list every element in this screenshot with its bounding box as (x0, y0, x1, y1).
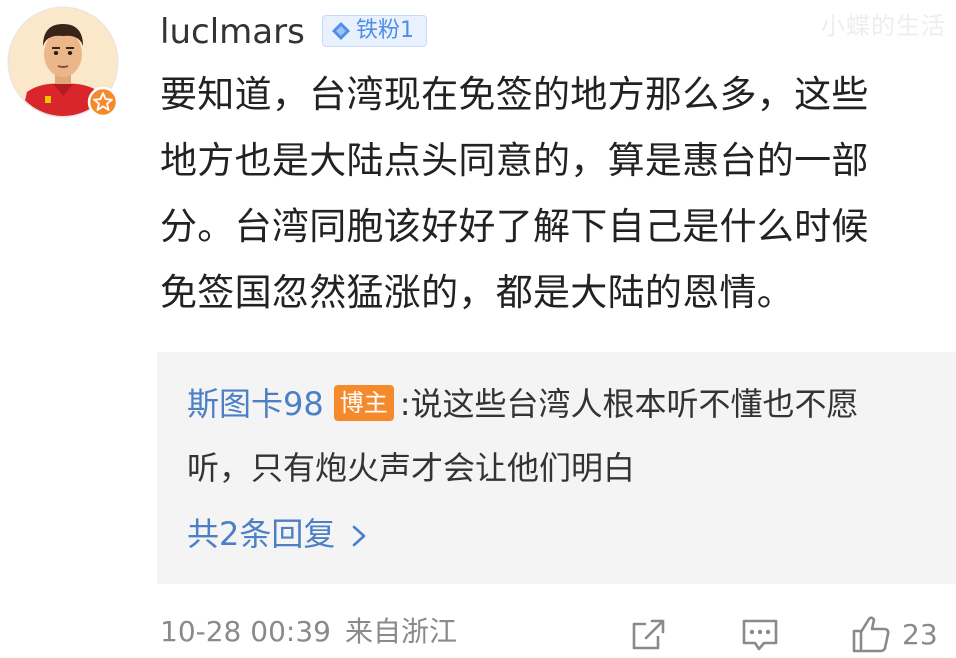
share-button[interactable] (628, 612, 668, 656)
comment-line: 免签国忽然猛涨的，都是大陆的恩情。 (160, 271, 795, 314)
fan-badge-label: 铁粉1 (356, 18, 414, 43)
view-replies-link[interactable]: 共2条回复 (187, 508, 367, 562)
reply-author[interactable]: 斯图卡98 (187, 385, 324, 423)
comment-line: 地方也是大陆点头同意的，算是惠台的一部 (160, 139, 869, 182)
reply-button[interactable] (740, 612, 780, 656)
reply-first-line: 斯图卡98 博主:说这些台湾人根本听不懂也不愿 (187, 378, 859, 430)
avatar[interactable] (7, 6, 119, 118)
reply-text-continued: 听，只有炮火声才会让他们明白 (187, 449, 636, 487)
username[interactable]: luclmars (160, 10, 305, 54)
reply-text: 说这些台湾人根本听不懂也不愿 (410, 385, 859, 423)
comment-icon (740, 614, 780, 654)
reply-preview[interactable]: 斯图卡98 博主:说这些台湾人根本听不懂也不愿 听，只有炮火声才会让他们明白 共2… (157, 352, 956, 584)
comment-meta: 10-28 00:39 来自浙江 (160, 612, 457, 652)
comment-line: 要知道，台湾现在免签的地方那么多，这些 (160, 73, 869, 116)
watermark: 小蝶的生活 (821, 12, 946, 40)
share-icon (628, 614, 668, 654)
thumbs-up-icon (850, 613, 892, 655)
weibo-comment-card: 小蝶的生活 luclmars 铁粉1 要知道，台湾现在免签的地方那么多，这些 地… (0, 0, 956, 658)
avatar-footballer-icon (7, 6, 119, 118)
view-replies-label: 共2条回复 (187, 515, 336, 553)
fan-badge[interactable]: 铁粉1 (322, 15, 427, 47)
diamond-icon (331, 21, 351, 41)
chevron-right-icon (351, 510, 367, 562)
comment-body: 要知道，台湾现在免签的地方那么多，这些 地方也是大陆点头同意的，算是惠台的一部 … (160, 62, 950, 326)
reply-separator: : (399, 385, 411, 423)
host-badge: 博主 (333, 385, 394, 421)
timestamp: 10-28 00:39 (160, 615, 331, 648)
comment-line: 分。台湾同胞该好好了解下自己是什么时候 (160, 205, 869, 248)
location: 来自浙江 (344, 615, 457, 648)
like-button[interactable]: 23 (850, 612, 938, 656)
like-count: 23 (902, 617, 938, 651)
